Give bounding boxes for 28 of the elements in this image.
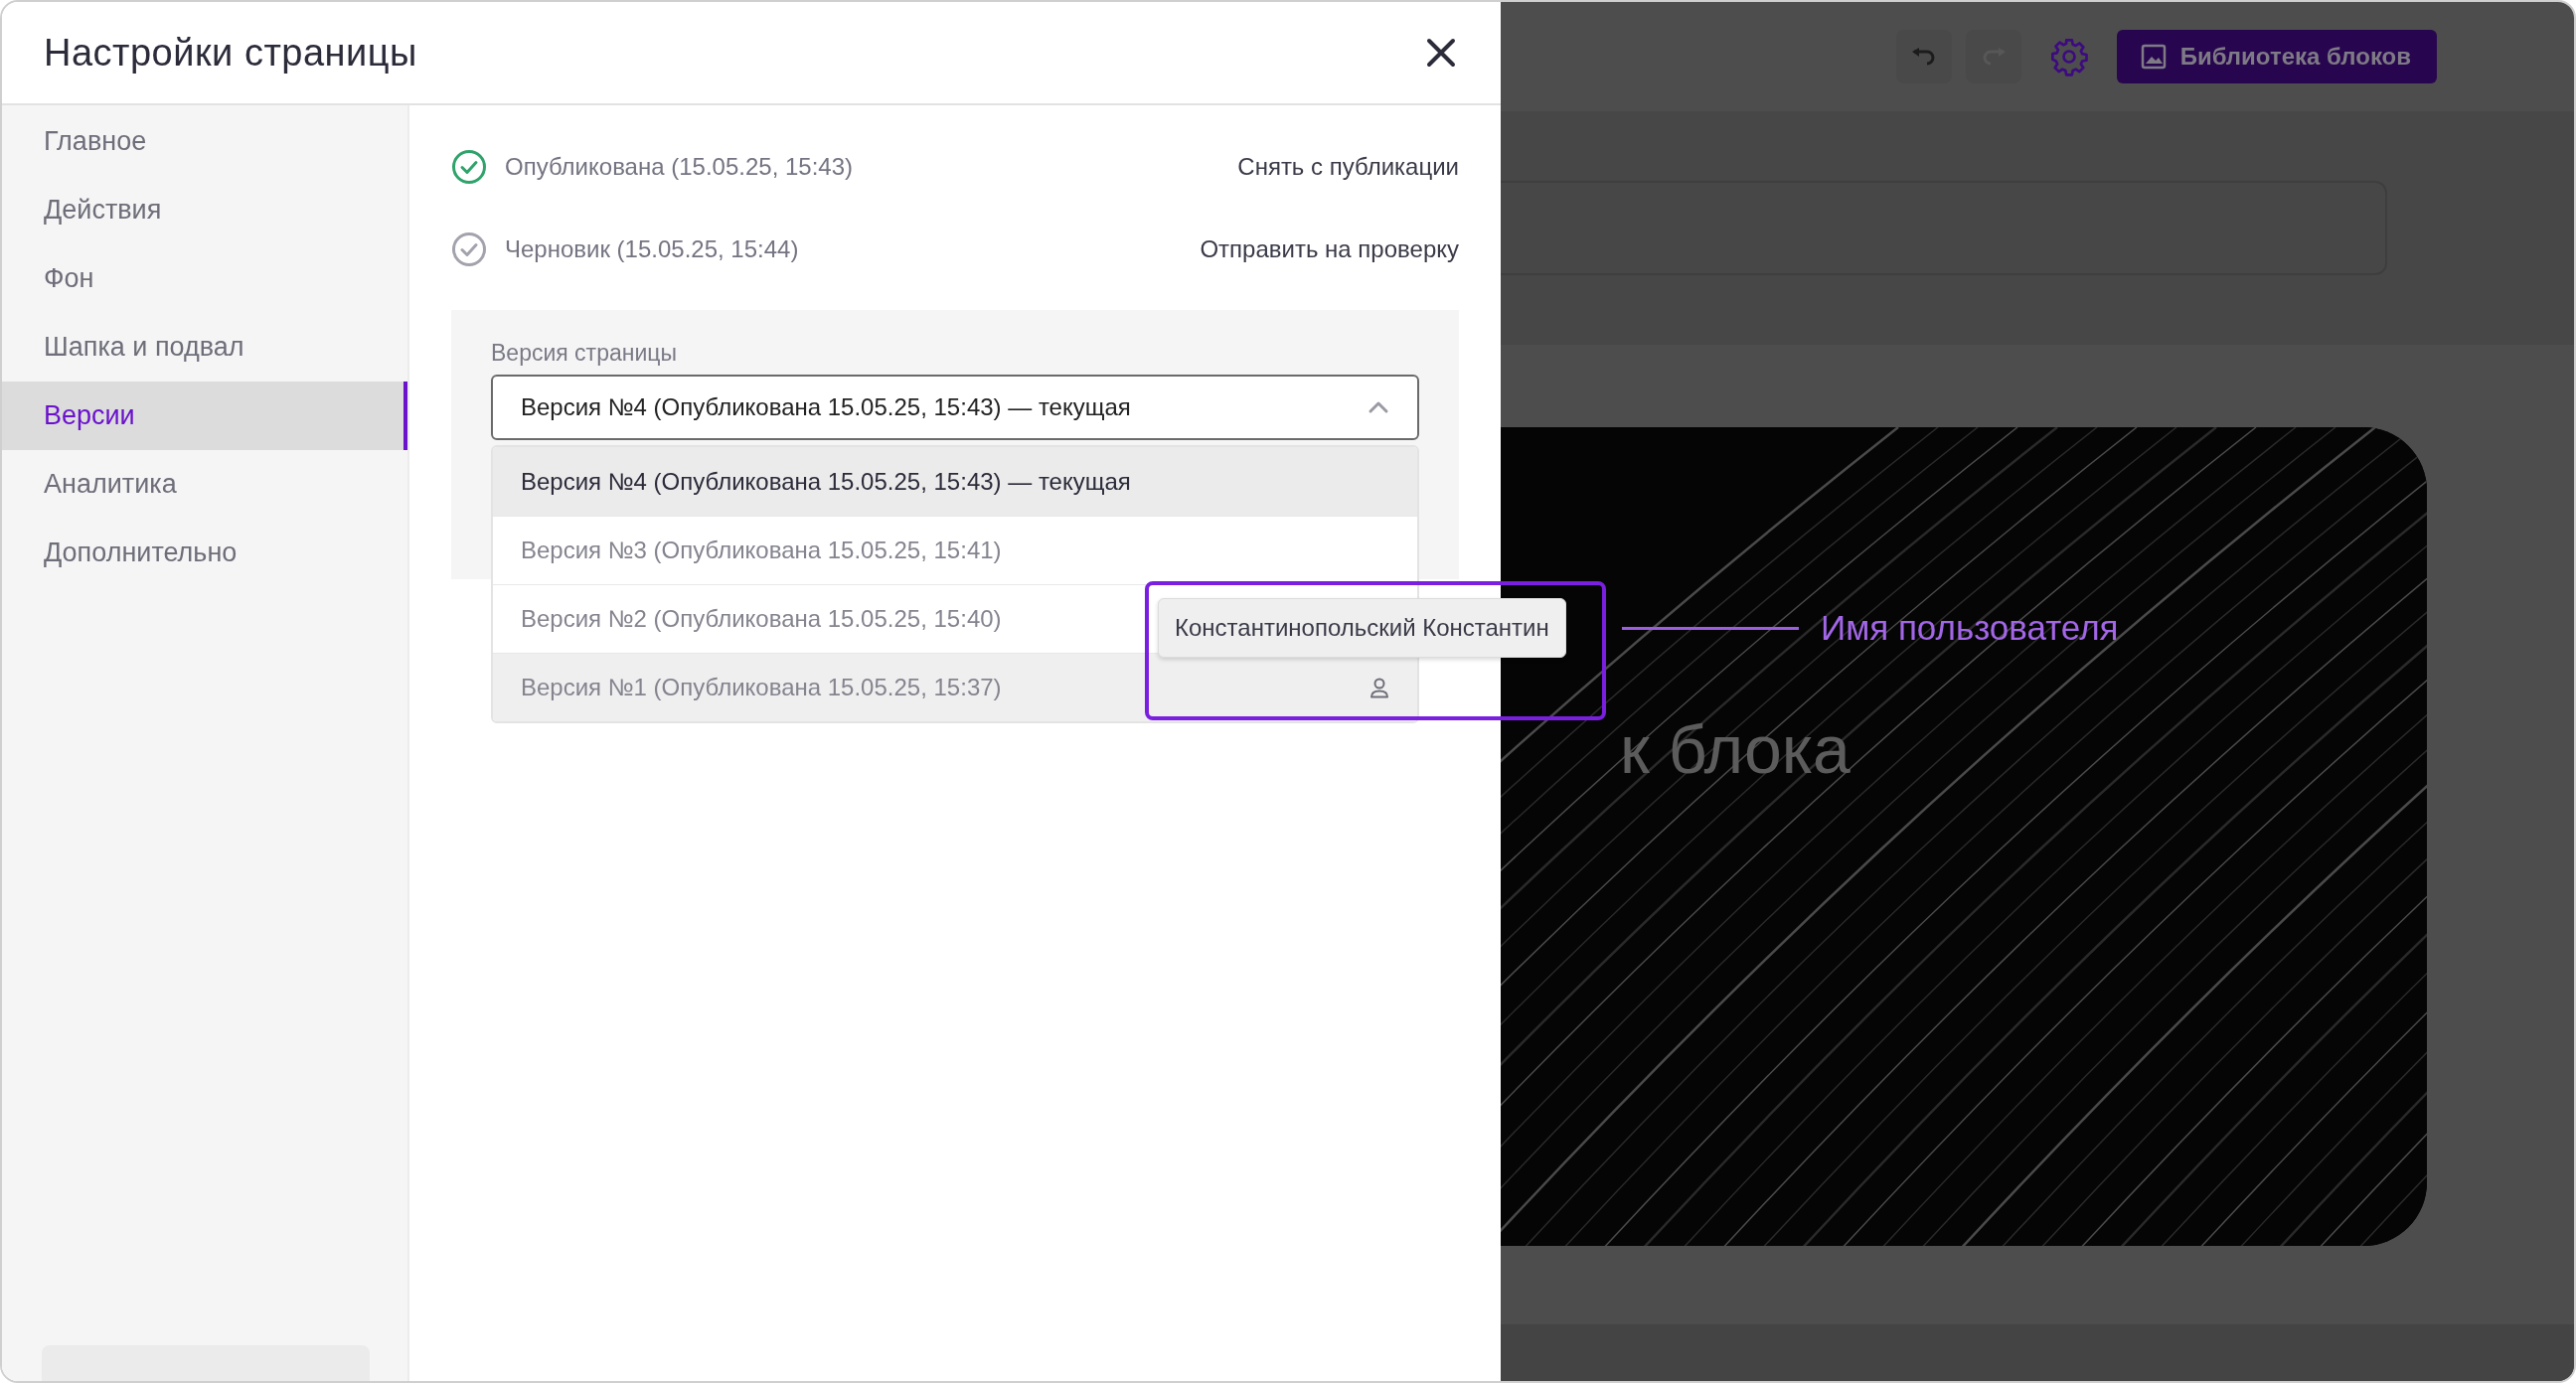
undo-arrow-icon [1910,48,1937,66]
image-icon [2140,44,2167,70]
dropdown-option[interactable]: Версия №4 (Опубликована 15.05.25, 15:43) — текущая [493,447,1417,516]
status-action-link[interactable]: Снять с публикации [1237,152,1459,181]
dropdown-option[interactable]: Версия №1 (Опубликована 15.05.25, 15:37) [493,653,1417,721]
status-text: Черновик (15.05.25, 15:44) [505,234,800,263]
sidebar-item[interactable]: Главное [2,107,407,176]
status-action-link[interactable]: Отправить на проверку [1200,234,1459,263]
sidebar-item[interactable]: Дополнительно [2,519,407,587]
status-text: Опубликована (15.05.25, 15:43) [505,152,855,181]
sidebar-item[interactable]: Аналитика [2,450,407,519]
sidebar-item[interactable]: Фон [2,244,407,313]
annotation-label: Имя пользователя [1821,608,2119,648]
field-label: Версия страницы [491,340,677,367]
tooltip: Константинопольский Константин [1158,598,1566,658]
settings-icon[interactable] [2048,37,2089,77]
block-library-button[interactable]: Библиотека блоков [2116,30,2437,83]
undo-button[interactable] [1895,30,1952,83]
sidebar-item[interactable]: Шапка и подвал [2,313,407,382]
chevron-up-icon [1368,400,1389,414]
version-select[interactable]: Версия №4 (Опубликована 15.05.25, 15:43) — текущая [491,375,1419,440]
sidebar-item[interactable]: Действия [2,176,407,244]
dialog-title: Настройки страницы [44,31,417,75]
user-icon[interactable] [1369,677,1389,698]
dropdown-option[interactable]: Версия №3 (Опубликована 15.05.25, 15:41) [493,516,1417,584]
text-field-outline[interactable] [1501,181,2387,275]
sidebar-footer-button[interactable] [42,1345,370,1381]
sidebar-item[interactable]: Версии [2,382,407,450]
